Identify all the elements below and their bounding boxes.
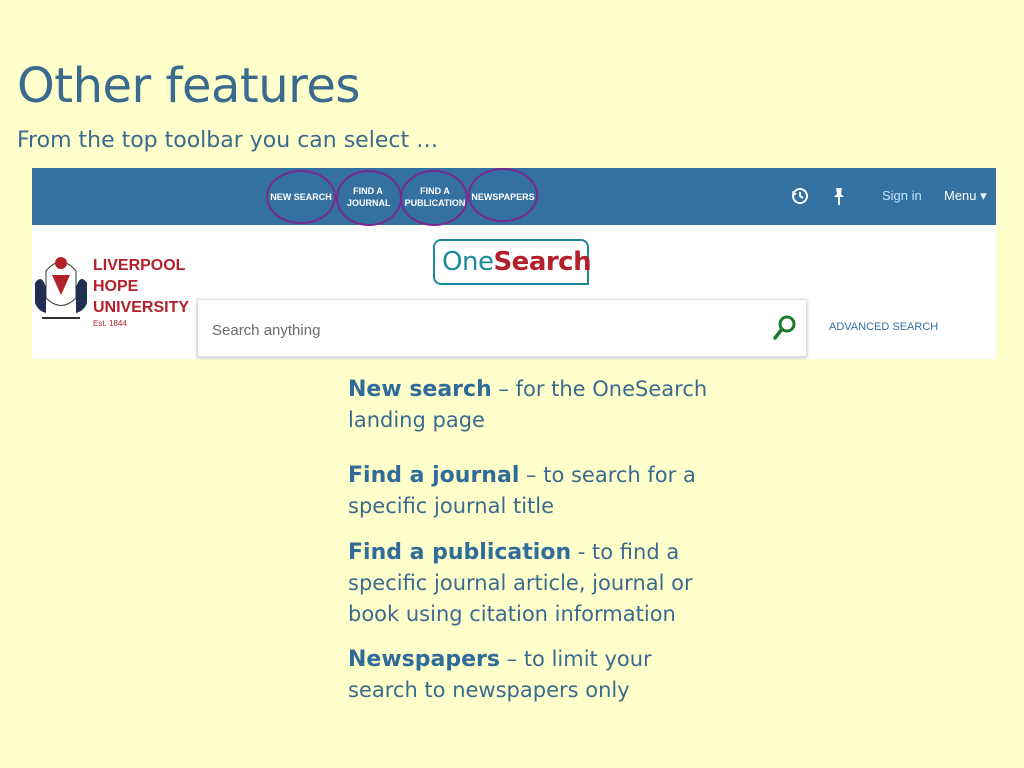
established-date: Est. 1844 <box>93 319 127 328</box>
description-newspapers: Newspapers – to limit your search to new… <box>348 647 652 702</box>
pin-icon[interactable] <box>828 185 850 207</box>
highlight-circle <box>266 170 336 224</box>
highlight-circle <box>400 170 468 226</box>
sign-in-link[interactable]: Sign in <box>882 188 922 203</box>
search-input[interactable] <box>210 318 754 342</box>
university-logo: LIVERPOOL HOPE UNIVERSITY Est. 1844 <box>32 243 190 333</box>
university-name-line2: HOPE <box>93 278 139 295</box>
history-icon[interactable] <box>789 185 811 207</box>
search-bar <box>197 299 807 357</box>
advanced-search-link[interactable]: ADVANCED SEARCH <box>829 321 938 333</box>
menu-button[interactable]: Menu ▾ <box>944 188 987 204</box>
slide-subtitle: From the top toolbar you can select … <box>17 128 439 153</box>
description-find-a-journal: Find a journal – to search for a specifi… <box>348 463 696 518</box>
search-icon[interactable] <box>770 312 800 344</box>
description-find-a-publication: Find a publication - to find a specific … <box>348 540 693 626</box>
logo-text-one: One <box>442 247 494 277</box>
university-name-line3: UNIVERSITY <box>93 299 190 316</box>
onesearch-screenshot: NEW SEARCH FIND A JOURNAL FIND A PUBLICA… <box>32 168 996 359</box>
description-new-search: New search – for the OneSearch landing p… <box>348 377 708 432</box>
top-toolbar: NEW SEARCH FIND A JOURNAL FIND A PUBLICA… <box>32 168 996 226</box>
onesearch-logo[interactable]: OneSearch <box>433 239 592 285</box>
university-name-line1: LIVERPOOL <box>93 257 186 274</box>
slide-title: Other features <box>17 58 360 114</box>
crest-icon <box>35 257 87 319</box>
highlight-circle <box>336 170 402 226</box>
logo-text-search: Search <box>493 247 592 277</box>
highlight-circle <box>468 168 538 222</box>
